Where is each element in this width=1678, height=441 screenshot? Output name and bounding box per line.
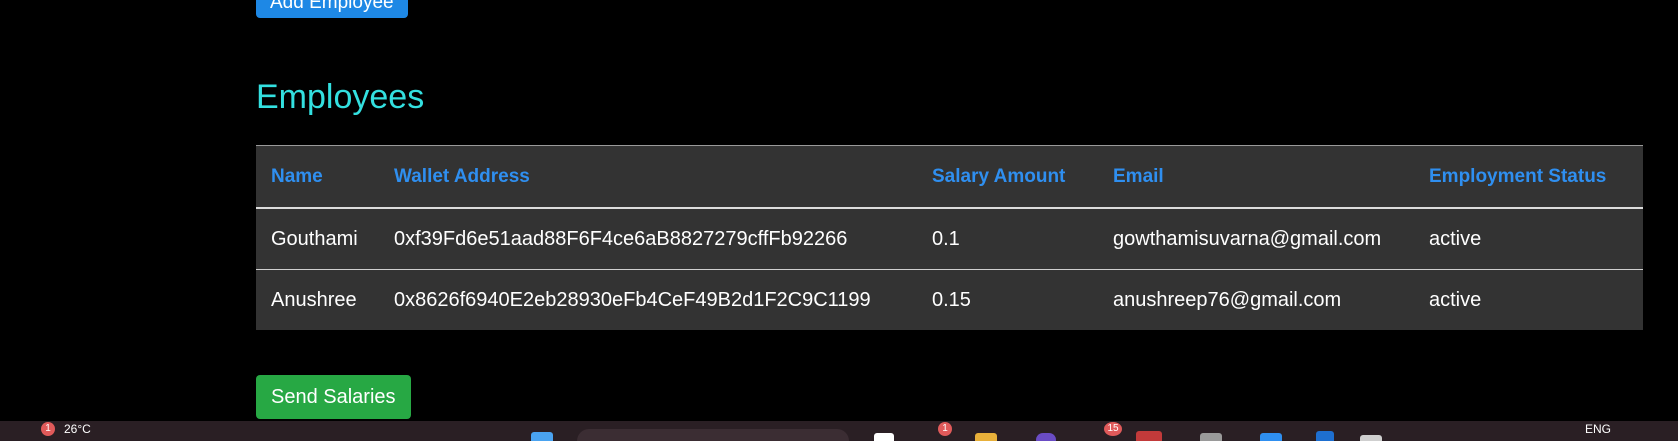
employees-table: Name Wallet Address Salary Amount Email … [256,145,1643,330]
cell-email: anushreep76@gmail.com [1113,288,1342,311]
app-notification-badge: 15 [1104,422,1122,436]
app-notification-badge: 1 [938,422,952,436]
cell-email: gowthamisuvarna@gmail.com [1098,208,1414,270]
column-header-email: Email [1098,145,1414,209]
windows-taskbar: 1 26°C 1 15 ENG [0,421,1678,441]
file-explorer-icon[interactable] [975,433,997,441]
cell-name: Anushree [271,288,357,311]
app-icon[interactable] [1260,433,1282,441]
start-menu-icon[interactable] [531,432,553,441]
employees-heading: Employees [256,78,425,116]
cell-wallet-address: 0x8626f6940E2eb28930eFb4CeF49B2d1F2C9C11… [394,288,871,311]
column-header-name: Name [256,145,379,209]
task-view-icon[interactable] [874,433,894,441]
cell-name: Gouthami [256,208,379,270]
column-header-wallet-address: Wallet Address [379,145,917,209]
send-salaries-button[interactable]: Send Salaries [256,375,411,419]
weather-notification-badge: 1 [41,422,55,436]
cell-salary-amount: 0.15 [932,288,971,311]
table-header-row: Name Wallet Address Salary Amount Email … [256,145,1643,209]
cell-employment-status: active [1429,288,1482,311]
app-icon[interactable] [1360,435,1382,441]
cell-employment-status: active [1414,208,1643,270]
taskbar-search-box[interactable] [577,429,849,441]
table-row: Anushree 0x8626f6940E2eb28930eFb4CeF49B2… [256,270,1643,331]
cell-wallet-address: 0xf39Fd6e51aad88F6F4ce6aB8827279cffFb922… [379,208,917,270]
vscode-icon[interactable] [1316,431,1334,441]
table-row: Gouthami 0xf39Fd6e51aad88F6F4ce6aB882727… [256,208,1643,270]
column-header-employment-status: Employment Status [1414,145,1643,209]
column-header-salary-amount: Salary Amount [917,145,1098,209]
weather-temperature[interactable]: 26°C [64,422,91,436]
add-employee-button[interactable]: Add Employee [256,0,408,18]
language-indicator[interactable]: ENG [1585,422,1611,436]
app-icon[interactable] [1136,431,1162,441]
cell-salary-amount: 0.1 [917,208,1098,270]
app-icon[interactable] [1200,433,1222,441]
app-icon[interactable] [1036,433,1056,441]
